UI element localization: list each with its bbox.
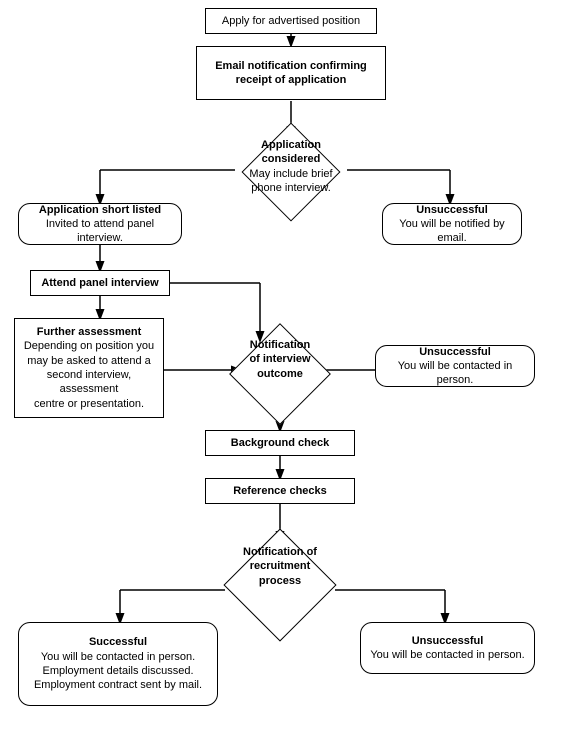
successful-label: SuccessfulYou will be contacted in perso… — [25, 635, 211, 692]
unsuccessful-1-label: UnsuccessfulYou will be notified by emai… — [389, 203, 515, 246]
notif-recruitment-text: Notification ofrecruitmentprocess — [195, 535, 365, 588]
successful-box: SuccessfulYou will be contacted in perso… — [18, 622, 218, 706]
apply-box: Apply for advertised position — [205, 8, 377, 34]
short-listed-label: Application short listedInvited to atten… — [25, 203, 175, 246]
reference-checks-box: Reference checks — [205, 478, 355, 504]
further-assessment-label: Further assessmentDepending on position … — [21, 325, 157, 411]
email-notif-label: Email notification confirmingreceipt of … — [215, 59, 367, 88]
background-check-box: Background check — [205, 430, 355, 456]
unsuccessful-2-box: UnsuccessfulYou will be contacted in per… — [375, 345, 535, 387]
email-notif-box: Email notification confirmingreceipt of … — [196, 46, 386, 100]
panel-interview-box: Attend panel interview — [30, 270, 170, 296]
flowchart: Apply for advertised position Email noti… — [0, 0, 583, 743]
short-listed-box: Application short listedInvited to atten… — [18, 203, 182, 245]
further-assessment-box: Further assessmentDepending on position … — [14, 318, 164, 418]
panel-interview-label: Attend panel interview — [41, 276, 158, 290]
reference-checks-label: Reference checks — [233, 484, 327, 498]
unsuccessful-3-box: UnsuccessfulYou will be contacted in per… — [360, 622, 535, 674]
app-considered-container: Applicationconsidered May include briefp… — [195, 128, 387, 216]
unsuccessful-1-box: UnsuccessfulYou will be notified by emai… — [382, 203, 522, 245]
background-check-label: Background check — [231, 436, 329, 450]
notif-recruitment-container: Notification ofrecruitmentprocess — [195, 535, 365, 645]
unsuccessful-3-label: UnsuccessfulYou will be contacted in per… — [370, 634, 524, 663]
apply-label: Apply for advertised position — [222, 14, 360, 28]
unsuccessful-2-label: UnsuccessfulYou will be contacted in per… — [382, 345, 528, 388]
notif-outcome-text: Notificationof interviewoutcome — [215, 330, 345, 381]
app-considered-text: Applicationconsidered May include briefp… — [195, 128, 387, 195]
notif-outcome-container: Notificationof interviewoutcome — [215, 330, 345, 418]
